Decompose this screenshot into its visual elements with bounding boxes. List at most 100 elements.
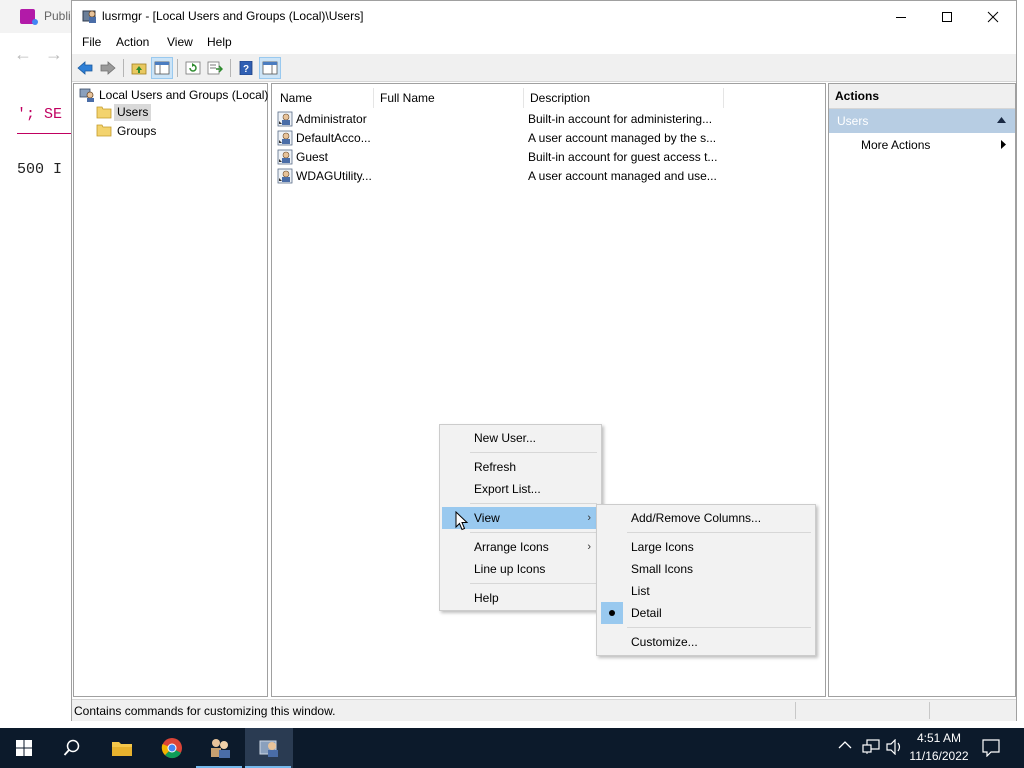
more-actions-item[interactable]: More Actions — [829, 134, 1015, 156]
tree-item-groups[interactable]: Groups — [117, 124, 156, 138]
table-row[interactable]: WDAGUtility... A user account managed an… — [276, 167, 726, 186]
export-list-button[interactable] — [205, 58, 225, 78]
browser-page-text-1: '; SE — [17, 106, 63, 123]
show-hidden-icons-button[interactable] — [838, 740, 852, 750]
submenu-arrow-icon: › — [587, 541, 591, 553]
background-browser-window: Publi ← → '; SE 500 I — [0, 0, 77, 728]
browser-tab-label: Publi — [44, 9, 71, 23]
show-hide-action-pane-button[interactable] — [259, 57, 281, 79]
menu-file[interactable]: File — [82, 35, 101, 49]
menu-item-new-user[interactable]: New User... — [442, 427, 599, 449]
menu-separator — [470, 532, 597, 533]
column-header-description[interactable]: Description — [524, 88, 724, 108]
search-icon — [63, 739, 80, 756]
submenu-item-detail[interactable]: Detail — [599, 602, 813, 624]
menu-help[interactable]: Help — [207, 35, 232, 49]
menu-item-arrange-icons[interactable]: Arrange Icons › — [442, 536, 599, 558]
action-center-button[interactable] — [982, 739, 1000, 757]
user-name: DefaultAcco... — [296, 131, 371, 145]
console-tree: Local Users and Groups (Local) Users Gro… — [73, 83, 268, 697]
forward-button[interactable] — [98, 58, 118, 78]
submenu-item-list[interactable]: List — [599, 580, 813, 602]
app-icon — [82, 8, 98, 24]
menu-item-view-label: View — [474, 511, 500, 525]
search-button[interactable] — [48, 728, 96, 768]
table-row[interactable]: DefaultAcco... A user account managed by… — [276, 129, 726, 148]
folder-icon — [112, 742, 132, 756]
chrome-button[interactable] — [148, 728, 196, 768]
menu-bar: File Action View Help — [72, 32, 1016, 55]
actions-section-users[interactable]: Users — [829, 109, 1015, 133]
tree-item-users[interactable]: Users — [114, 104, 152, 121]
windows-logo-icon — [16, 740, 32, 756]
speaker-icon — [886, 739, 901, 755]
menu-item-export-list[interactable]: Export List... — [442, 478, 599, 500]
file-explorer-button[interactable] — [98, 728, 146, 768]
menu-action[interactable]: Action — [116, 35, 149, 49]
column-header-name[interactable]: Name — [274, 88, 374, 108]
toolbar-separator — [177, 59, 178, 77]
help-button[interactable]: ? — [236, 58, 256, 78]
minimize-icon — [896, 16, 906, 18]
status-bar: Contains commands for customizing this w… — [72, 699, 1016, 721]
notification-icon — [982, 739, 1000, 757]
actions-title: Actions — [835, 89, 880, 103]
browser-page-divider — [17, 133, 77, 134]
refresh-button[interactable] — [183, 58, 203, 78]
back-button[interactable] — [75, 58, 95, 78]
minimize-button[interactable] — [878, 1, 924, 32]
actions-header: Actions — [829, 84, 1015, 109]
collapse-icon — [997, 117, 1006, 123]
column-header-full-name[interactable]: Full Name — [374, 88, 524, 108]
start-button[interactable] — [0, 728, 48, 768]
menu-item-line-up-icons[interactable]: Line up Icons — [442, 558, 599, 580]
menu-separator — [470, 583, 597, 584]
browser-back-icon[interactable]: ← — [14, 44, 32, 65]
computer-management-icon — [79, 87, 95, 103]
lusrmgr-window: lusrmgr - [Local Users and Groups (Local… — [71, 0, 1017, 721]
maximize-button[interactable] — [924, 1, 970, 32]
tree-root-label[interactable]: Local Users and Groups (Local) — [99, 88, 268, 102]
show-hide-console-tree-button[interactable] — [151, 57, 173, 79]
menu-item-help[interactable]: Help — [442, 587, 599, 609]
menu-separator — [627, 627, 811, 628]
lusrmgr-icon — [259, 740, 278, 757]
network-icon — [862, 739, 880, 754]
submenu-arrow-icon — [1001, 140, 1006, 149]
network-button[interactable] — [862, 739, 880, 755]
actions-section-label: Users — [837, 114, 869, 128]
submenu-item-large-icons[interactable]: Large Icons — [599, 536, 813, 558]
submenu-item-customize[interactable]: Customize... — [599, 631, 813, 653]
chevron-up-icon — [838, 741, 852, 749]
submenu-item-add-remove-columns[interactable]: Add/Remove Columns... — [599, 507, 813, 529]
user-icon — [277, 168, 293, 184]
back-arrow-icon — [77, 61, 93, 75]
taskbar-lusrmgr-button[interactable] — [245, 728, 293, 768]
title-bar[interactable]: lusrmgr - [Local Users and Groups (Local… — [72, 1, 1016, 32]
close-button[interactable] — [970, 1, 1016, 32]
browser-forward-icon[interactable]: → — [45, 44, 63, 65]
toolbar-separator — [123, 59, 124, 77]
status-divider — [795, 702, 796, 719]
status-text: Contains commands for customizing this w… — [74, 704, 336, 718]
window-title: lusrmgr - [Local Users and Groups (Local… — [102, 9, 364, 23]
menu-view[interactable]: View — [167, 35, 193, 49]
console-tree-icon — [154, 61, 170, 75]
table-row[interactable]: Guest Built-in account for guest access … — [276, 148, 726, 167]
submenu-item-small-icons[interactable]: Small Icons — [599, 558, 813, 580]
user-icon — [277, 111, 293, 127]
taskbar-user-accounts-button[interactable] — [196, 728, 244, 768]
view-submenu: Add/Remove Columns... Large Icons Small … — [596, 504, 816, 656]
table-row[interactable]: Administrator Built-in account for admin… — [276, 110, 726, 129]
svg-text:?: ? — [243, 64, 249, 75]
clock-date[interactable]: 11/16/2022 — [908, 749, 970, 763]
volume-button[interactable] — [886, 739, 904, 755]
menu-separator — [627, 532, 811, 533]
groups-folder-icon — [96, 123, 112, 137]
up-one-level-button[interactable] — [129, 58, 149, 78]
menu-item-refresh[interactable]: Refresh — [442, 456, 599, 478]
clock-time[interactable]: 4:51 AM — [908, 731, 970, 745]
user-icon — [277, 149, 293, 165]
help-icon: ? — [239, 61, 253, 75]
submenu-item-detail-label: Detail — [631, 606, 662, 620]
